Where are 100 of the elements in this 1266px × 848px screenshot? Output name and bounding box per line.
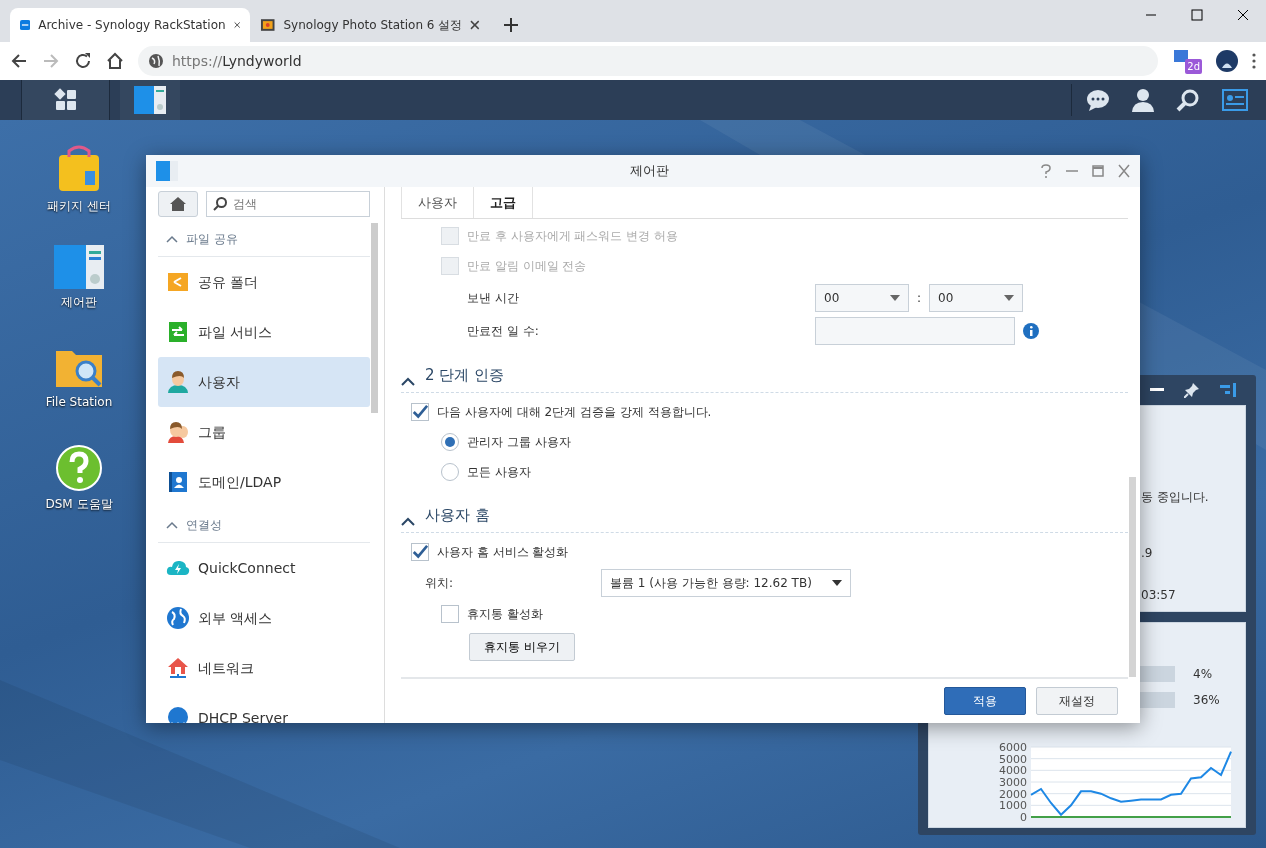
close-icon[interactable] xyxy=(233,20,240,30)
sidebar-item[interactable]: 도메인/LDAP xyxy=(158,457,370,507)
control-panel-icon xyxy=(156,161,178,181)
sidebar-item[interactable]: 네트워크 xyxy=(158,643,370,693)
field-label: 만료전 일 수: xyxy=(467,322,540,340)
info-value: 03:57 xyxy=(1141,587,1177,604)
globe-icon xyxy=(166,606,190,630)
scrollbar[interactable] xyxy=(1129,477,1136,677)
axis-tick-label: 6000 xyxy=(999,741,1027,754)
sidebar-section-header[interactable]: 연결성 xyxy=(158,507,370,543)
user-icon xyxy=(166,370,190,394)
tab-title: Synology Photo Station 6 설정 xyxy=(283,17,463,34)
browser-tab[interactable]: Archive - Synology RackStation xyxy=(10,8,250,42)
reset-button[interactable]: 재설정 xyxy=(1036,687,1118,715)
shared-folder-icon xyxy=(166,270,190,294)
field-label: 위치: xyxy=(425,575,455,592)
section-header[interactable]: 2 단계 인증 xyxy=(401,347,1128,393)
checkbox-label: 다음 사용자에 대해 2단계 검증을 강제 적용합니다. xyxy=(437,404,712,421)
avatar-icon[interactable] xyxy=(1216,50,1238,72)
minute-dropdown[interactable]: 00 xyxy=(929,283,1024,312)
back-icon[interactable] xyxy=(10,52,28,70)
axis-tick-label: 2000 xyxy=(999,787,1027,801)
dsm-logo-icon xyxy=(20,17,31,33)
field-label: 보낸 시간 xyxy=(467,289,520,307)
caret-icon xyxy=(1004,294,1015,301)
sidebar-section-header[interactable]: 파일 공유 xyxy=(158,221,370,257)
group-icon xyxy=(166,420,190,444)
search-icon[interactable] xyxy=(1176,88,1200,112)
home-button[interactable] xyxy=(158,191,198,217)
chat-icon[interactable] xyxy=(1086,89,1110,111)
tab[interactable]: 고급 xyxy=(473,187,533,218)
help-icon[interactable] xyxy=(56,445,102,491)
axis-tick-label: 5000 xyxy=(999,752,1027,766)
chevron-up-icon xyxy=(401,517,415,526)
reload-icon[interactable] xyxy=(74,52,92,70)
minimize-icon[interactable] xyxy=(1150,388,1164,392)
house-icon xyxy=(166,656,190,680)
section-header[interactable]: 사용자 홈 xyxy=(401,487,1128,533)
close-icon[interactable] xyxy=(1118,164,1130,178)
axis-tick-label: 1000 xyxy=(999,799,1027,813)
extension-badge: 2d xyxy=(1185,59,1202,74)
pin-icon[interactable] xyxy=(1184,382,1200,398)
apply-button[interactable]: 적용 xyxy=(944,687,1026,715)
panel-toggle-icon[interactable] xyxy=(1220,383,1236,397)
checkbox-label: 휴지통 활성화 xyxy=(467,606,543,623)
checkbox-label: 만료 후 사용자에게 패스워드 변경 허용 xyxy=(467,228,679,245)
home-icon[interactable] xyxy=(106,52,124,70)
globe-icon xyxy=(148,53,164,69)
input-field[interactable] xyxy=(815,316,1015,345)
browser-tab[interactable]: Synology Photo Station 6 설정 xyxy=(250,8,490,42)
sidebar-item[interactable]: 그룹 xyxy=(158,407,370,457)
sidebar-item[interactable]: QuickConnect xyxy=(158,543,370,593)
control-panel-icon[interactable] xyxy=(134,86,166,114)
sidebar-item[interactable]: 파일 서비스 xyxy=(158,307,370,357)
caret-icon xyxy=(890,294,900,301)
desktop-icon-label[interactable]: 패키지 센터 xyxy=(44,197,114,215)
desktop-icon-label[interactable]: 제어판 xyxy=(44,293,114,311)
file-transfer-icon xyxy=(166,320,190,344)
sidebar-item[interactable]: 외부 액세스 xyxy=(158,593,370,643)
maximize-icon[interactable] xyxy=(1092,164,1104,178)
window-title: 제어판 xyxy=(628,162,670,181)
time-separator: : xyxy=(917,289,922,307)
info-value: .9 xyxy=(1141,545,1154,562)
chevron-up-icon xyxy=(166,234,178,243)
search-field[interactable]: 검색 xyxy=(206,191,370,217)
tab[interactable]: 사용자 xyxy=(401,187,473,218)
sidebar-item[interactable]: 사용자 xyxy=(158,357,370,407)
control-panel-icon[interactable] xyxy=(54,245,104,289)
hour-dropdown[interactable]: 00 xyxy=(815,283,909,312)
axis-tick-label: 0 xyxy=(1020,811,1027,824)
empty-recycle-bin-button[interactable]: 휴지통 비우기 xyxy=(469,633,575,661)
info-icon xyxy=(1023,322,1039,339)
axis-tick-label: 4000 xyxy=(999,764,1027,778)
caret-icon xyxy=(832,580,842,586)
checkbox-label: 사용자 홈 서비스 활성화 xyxy=(437,544,569,561)
help-icon[interactable] xyxy=(1040,164,1052,178)
desktop-icon-label[interactable]: DSM 도움말 xyxy=(44,495,114,513)
main-menu-icon[interactable] xyxy=(53,88,78,112)
sidebar-item[interactable]: DHCP Server xyxy=(158,693,370,723)
menu-icon[interactable] xyxy=(1252,53,1256,69)
checkbox[interactable] xyxy=(411,403,429,421)
chevron-up-icon xyxy=(401,377,415,386)
checkbox-label: 만료 알림 이메일 전송 xyxy=(467,258,587,275)
volume-dropdown[interactable]: 볼륨 1 (사용 가능한 용량: 12.62 TB) xyxy=(601,569,851,597)
axis-tick-label: 3000 xyxy=(999,776,1027,789)
tab-title: Archive - Synology RackStation xyxy=(38,17,226,34)
desktop-icon-label[interactable]: File Station xyxy=(44,393,114,411)
url-text: https://Lyndyworld xyxy=(172,51,302,71)
user-icon[interactable] xyxy=(1132,88,1154,112)
sidebar-item[interactable]: 공유 폴더 xyxy=(158,257,370,307)
checkbox[interactable] xyxy=(441,605,459,623)
scrollbar[interactable] xyxy=(371,223,378,413)
address-bar[interactable]: https://Lyndyworld xyxy=(138,46,1158,76)
chevron-up-icon xyxy=(166,520,178,529)
status-text: 동 중입니다. xyxy=(1141,489,1210,506)
checkbox[interactable] xyxy=(411,543,429,561)
close-icon[interactable] xyxy=(470,20,480,30)
new-tab-icon[interactable] xyxy=(504,18,518,32)
widget-panel-icon[interactable] xyxy=(1222,89,1248,111)
home-icon xyxy=(169,196,187,212)
